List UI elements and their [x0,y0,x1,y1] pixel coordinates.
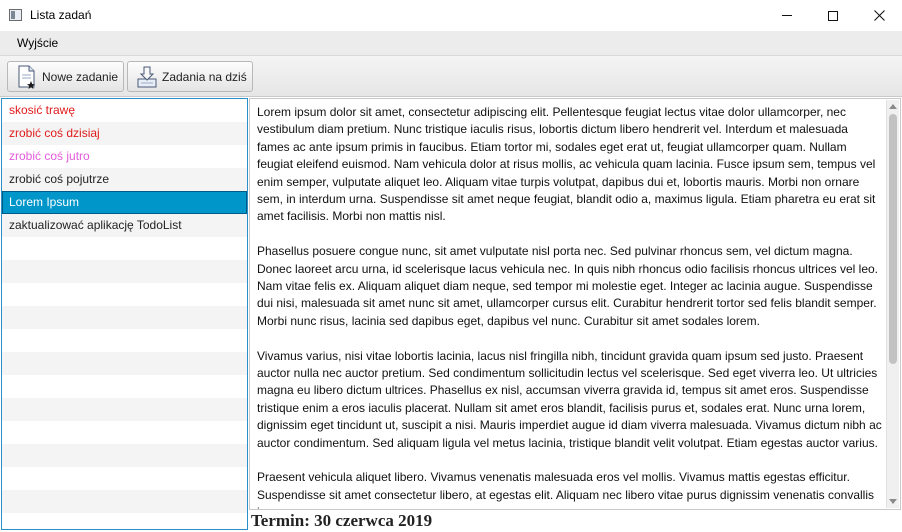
empty-list-row [2,513,247,529]
maximize-icon [828,10,838,21]
empty-list-row [2,329,247,352]
empty-list-row [2,306,247,329]
details-paragraph: Lorem ipsum dolor sit amet, consectetur … [257,105,876,224]
empty-list-row [2,444,247,467]
new-task-label: Nowe zadanie [42,69,119,84]
scroll-up-arrow-icon[interactable] [889,104,897,109]
empty-list-row [2,283,247,306]
list-item[interactable]: zrobić coś dzisiaj [2,122,247,145]
empty-list-row [2,237,247,260]
list-item[interactable]: Lorem Ipsum [2,191,247,214]
empty-list-row [2,375,247,398]
empty-list-row [2,398,247,421]
download-filter-icon [137,66,157,87]
minimize-icon [782,15,792,16]
today-tasks-label: Zadania na dziś [162,69,247,84]
list-item[interactable]: zrobić coś jutro [2,145,247,168]
vertical-scrollbar[interactable] [886,100,899,508]
empty-list-row [2,260,247,283]
close-button[interactable] [856,0,902,31]
menu-bar: Wyjście [0,31,902,56]
window-app-icon [9,9,22,21]
details-paragraph: Vivamus varius, nisi vitae lobortis laci… [257,348,882,450]
list-item[interactable]: zaktualizować aplikację TodoList [2,214,247,237]
today-tasks-button[interactable]: Zadania na dziś [127,61,253,92]
task-details-text: Lorem ipsum dolor sit amet, consectetur … [257,104,883,509]
close-icon [873,10,885,21]
scroll-down-arrow-icon[interactable] [889,499,897,504]
toolbar: Nowe zadanie Zadania na dziś [0,56,902,97]
empty-list-row [2,490,247,513]
empty-list-row [2,421,247,444]
list-item[interactable]: zrobić coś pojutrze [2,168,247,191]
scrollbar-thumb[interactable] [889,114,897,364]
task-details-pane[interactable]: Lorem ipsum dolor sit amet, consectetur … [249,98,901,510]
task-list[interactable]: skosić trawę zrobić coś dzisiaj zrobić coś… [1,98,248,530]
empty-list-row [2,352,247,375]
title-bar: Lista zadań [0,0,902,32]
new-task-button[interactable]: Nowe zadanie [7,61,124,92]
maximize-button[interactable] [810,0,856,31]
details-paragraph: Praesent vehicula aliquet libero. Vivamu… [257,470,874,509]
new-document-icon [18,65,35,89]
list-item[interactable]: skosić trawę [2,99,247,122]
deadline-label: Termin: 30 czerwca 2019 [251,511,433,530]
window-title: Lista zadań [30,8,92,22]
empty-list-row [2,467,247,490]
minimize-button[interactable] [764,0,810,31]
menu-item-exit[interactable]: Wyjście [10,31,65,56]
details-paragraph: Phasellus posuere congue nunc, sit amet … [257,244,878,328]
